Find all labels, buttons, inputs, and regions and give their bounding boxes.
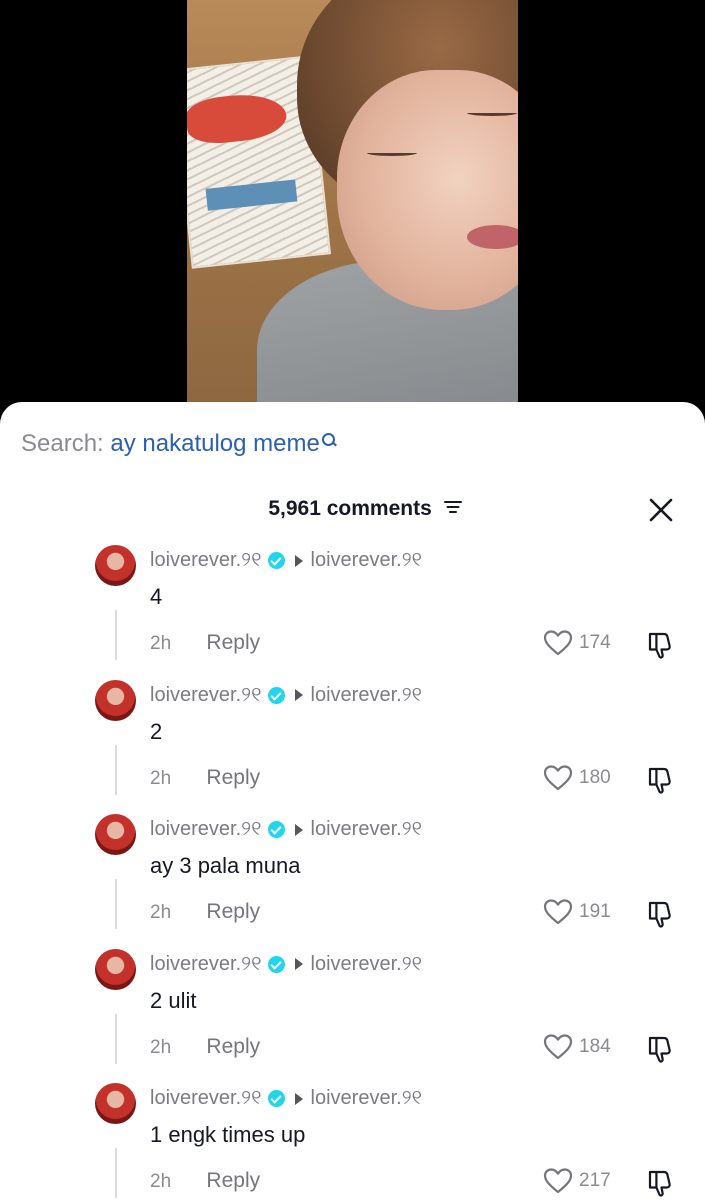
comment-author-row: loiverever.୨୧ loiverever.୨୧ [150, 549, 422, 572]
comment-time: 2h [150, 902, 172, 923]
username[interactable]: loiverever.୨୧ [150, 953, 262, 976]
avatar[interactable] [95, 679, 136, 721]
reply-to-username[interactable]: loiverever.୨୧ [311, 549, 423, 572]
verified-icon [267, 1090, 285, 1107]
search-query-link[interactable]: ay nakatulog meme [110, 430, 319, 457]
heart-icon [543, 630, 573, 656]
reply-to-username[interactable]: loiverever.୨୧ [311, 684, 423, 707]
reply-arrow-icon [294, 689, 303, 701]
username[interactable]: loiverever.୨୧ [150, 818, 262, 841]
like-button[interactable]: 180 [543, 764, 611, 792]
comment-text: 1 engk times up [150, 1122, 306, 1147]
avatar[interactable] [95, 948, 136, 990]
comment-meta: 2h Reply [150, 766, 260, 790]
heart-icon [543, 899, 573, 925]
heart-icon [543, 1168, 573, 1194]
username[interactable]: loiverever.୨୧ [150, 684, 262, 707]
reply-button[interactable]: Reply [206, 631, 260, 654]
search-icon [321, 432, 337, 448]
comment-author-row: loiverever.୨୧ loiverever.୨୧ [150, 1087, 422, 1110]
verified-icon [267, 955, 285, 973]
avatar[interactable] [95, 1083, 136, 1124]
close-icon[interactable] [647, 496, 675, 524]
reply-button[interactable]: Reply [206, 766, 260, 789]
comment-item: loiverever.୨୧ loiverever.୨୧ 1 engk times… [0, 1083, 705, 1200]
comment-text: 4 [150, 584, 163, 609]
comment-time: 2h [150, 1036, 172, 1058]
avatar[interactable] [95, 545, 136, 586]
search-suggestion[interactable]: Search: ay nakatulog meme [21, 430, 337, 458]
comment-meta: 2h Reply [150, 1035, 260, 1059]
comment-time: 2h [150, 767, 172, 789]
comment-text: 2 [150, 718, 163, 744]
comment-meta: 2h Reply [150, 900, 260, 924]
comments-header: 5,961 comments [0, 494, 705, 524]
thread-line [115, 879, 117, 929]
comment-item: loiverever.୨୧ loiverever.୨୧ 4 2h Reply 1… [0, 545, 705, 680]
reply-arrow-icon [294, 958, 303, 970]
comment-count: 5,961 comments [268, 497, 432, 520]
reply-arrow-icon [294, 1092, 303, 1105]
like-count: 191 [579, 901, 611, 922]
dislike-icon[interactable] [645, 630, 675, 660]
video-frame [187, 0, 518, 430]
thread-line [115, 610, 117, 660]
comment-item: loiverever.୨୧ loiverever.୨୧ 2 2h Reply 1… [0, 679, 705, 815]
dislike-icon[interactable] [645, 1034, 675, 1064]
reply-button[interactable]: Reply [206, 1035, 260, 1058]
like-count: 174 [579, 632, 611, 653]
reply-arrow-icon [294, 554, 303, 567]
verified-icon [267, 552, 285, 569]
like-button[interactable]: 174 [543, 629, 611, 657]
comment-author-row: loiverever.୨୧ loiverever.୨୧ [150, 818, 422, 841]
reply-to-username[interactable]: loiverever.୨୧ [311, 953, 423, 976]
like-count: 217 [579, 1170, 611, 1191]
like-button[interactable]: 191 [543, 898, 611, 926]
avatar[interactable] [95, 814, 136, 855]
filter-icon[interactable] [443, 500, 462, 514]
dislike-icon[interactable] [645, 765, 675, 795]
dislike-icon[interactable] [645, 1168, 675, 1198]
reply-button[interactable]: Reply [206, 900, 260, 923]
username[interactable]: loiverever.୨୧ [150, 549, 262, 572]
like-count: 184 [579, 1035, 611, 1057]
thread-line [115, 744, 117, 795]
comment-author-row: loiverever.୨୧ loiverever.୨୧ [150, 953, 422, 976]
video-player[interactable] [0, 0, 705, 430]
comment-author-row: loiverever.୨୧ loiverever.୨୧ [150, 684, 422, 707]
comment-time: 2h [150, 1171, 172, 1192]
comment-list: loiverever.୨୧ loiverever.୨୧ 4 2h Reply 1… [0, 545, 705, 1200]
comment-count-sort[interactable]: 5,961 comments [0, 494, 705, 524]
reply-to-username[interactable]: loiverever.୨୧ [311, 1087, 423, 1110]
comment-meta: 2h Reply [150, 631, 260, 655]
thread-line [115, 1148, 117, 1198]
like-button[interactable]: 184 [543, 1033, 611, 1061]
reply-to-username[interactable]: loiverever.୨୧ [311, 818, 423, 841]
like-button[interactable]: 217 [543, 1167, 611, 1195]
username[interactable]: loiverever.୨୧ [150, 1087, 262, 1110]
dislike-icon[interactable] [645, 899, 675, 929]
comment-time: 2h [150, 633, 172, 654]
comments-sheet: Search: ay nakatulog meme 5,961 comments… [0, 402, 705, 1200]
thread-line [115, 1013, 117, 1064]
comment-text: 2 ulit [150, 987, 197, 1013]
comment-item: loiverever.୨୧ loiverever.୨୧ 2 ulit 2h Re… [0, 948, 705, 1084]
reply-arrow-icon [294, 823, 303, 836]
like-count: 180 [579, 766, 611, 788]
verified-icon [267, 821, 285, 838]
heart-icon [543, 764, 573, 790]
comment-item: loiverever.୨୧ loiverever.୨୧ ay 3 pala mu… [0, 814, 705, 949]
verified-icon [267, 686, 285, 704]
comment-meta: 2h Reply [150, 1169, 260, 1193]
heart-icon [543, 1033, 573, 1059]
search-prefix: Search: [21, 430, 104, 457]
reply-button[interactable]: Reply [206, 1169, 260, 1192]
comment-text: ay 3 pala muna [150, 853, 301, 878]
